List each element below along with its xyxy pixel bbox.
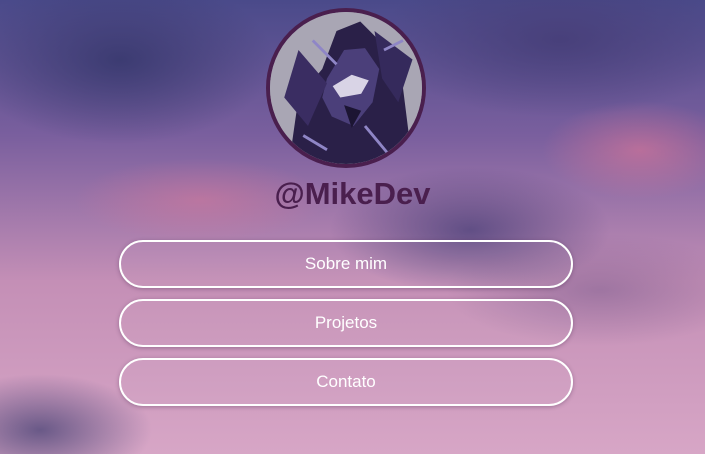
anime-character-avatar-icon (270, 12, 422, 164)
profile-handle: @MikeDev (274, 176, 431, 211)
link-list: Sobre mim Projetos Contato (119, 240, 573, 417)
projects-button[interactable]: Projetos (119, 299, 573, 347)
about-me-button[interactable]: Sobre mim (119, 240, 573, 288)
contact-button[interactable]: Contato (119, 358, 573, 406)
profile-avatar (266, 8, 426, 168)
